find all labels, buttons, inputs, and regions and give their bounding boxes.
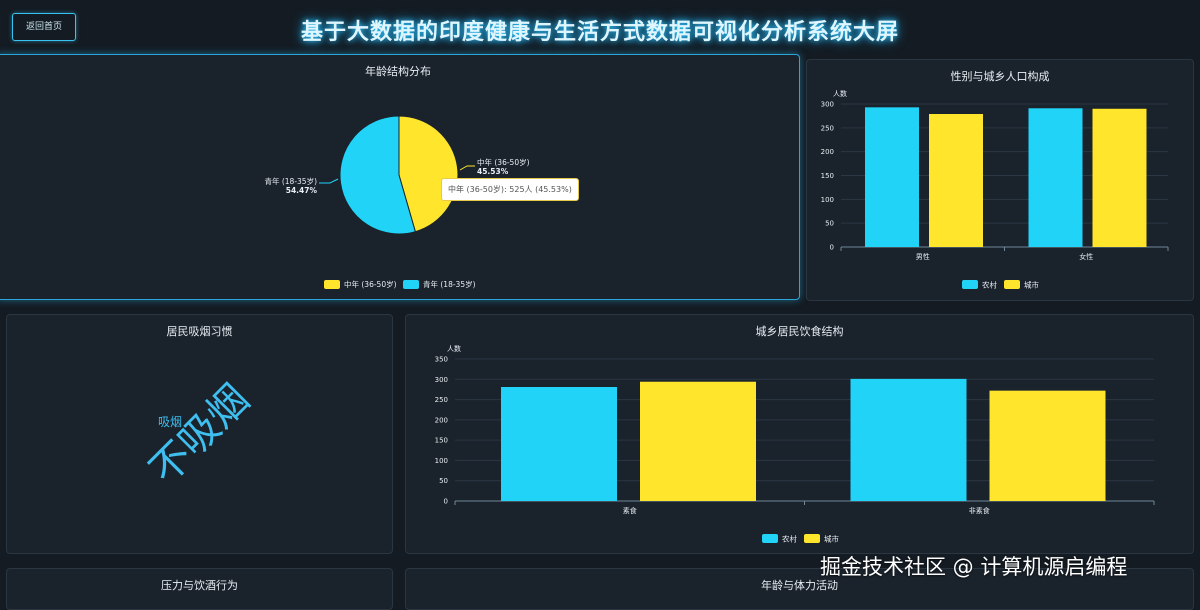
y-tick-label: 100 xyxy=(821,196,834,204)
slice-label: 青年 (18-35岁) xyxy=(264,176,317,186)
legend-swatch xyxy=(762,534,778,543)
bar-农村 xyxy=(865,107,919,247)
x-tick-label: 男性 xyxy=(916,252,930,261)
y-tick-label: 100 xyxy=(435,457,448,465)
legend-item-youth[interactable]: 青年 (18-35岁) xyxy=(403,279,476,290)
slice-percent: 54.47% xyxy=(286,186,318,195)
y-tick-label: 250 xyxy=(821,124,834,132)
bar-城市 xyxy=(1092,108,1147,247)
legend-label: 城市 xyxy=(1024,280,1040,290)
legend-swatch xyxy=(403,280,419,289)
legend-label: 中年 (36-50岁) xyxy=(344,280,397,289)
y-tick-label: 200 xyxy=(821,148,834,156)
stress-drinking-panel: 压力与饮酒行为 xyxy=(6,568,393,610)
y-tick-label: 300 xyxy=(821,101,834,109)
legend-swatch xyxy=(324,280,340,289)
dashboard-title: 基于大数据的印度健康与生活方式数据可视化分析系统大屏 xyxy=(300,20,899,45)
word-non-smoker[interactable]: 不吸烟 xyxy=(141,376,258,493)
slice-percent: 45.53% xyxy=(477,167,509,176)
age-structure-panel: 年龄结构分布 中年 (36-50岁) 45.53% 青年 (18-35岁) 54.47… xyxy=(0,54,800,300)
y-tick-label: 0 xyxy=(830,244,834,252)
label-line xyxy=(459,165,475,171)
age-pie-chart: 中年 (36-50岁)45.53% 青年 (18-35岁)54.47% xyxy=(264,115,530,235)
y-tick-label: 150 xyxy=(821,172,834,180)
legend-label: 农村 xyxy=(782,534,797,544)
smoking-word-cloud: 不吸烟 吸烟 xyxy=(141,376,258,493)
y-axis-title: 人数 xyxy=(833,89,847,98)
watermark-text: 掘金技术社区 @ 计算机源启编程 xyxy=(820,555,1128,579)
bar-城市 xyxy=(989,390,1106,501)
legend-label: 青年 (18-35岁) xyxy=(423,280,476,289)
label-line xyxy=(319,178,339,184)
y-tick-label: 300 xyxy=(435,376,448,384)
legend-swatch xyxy=(962,280,978,289)
bar-城市 xyxy=(640,381,756,501)
chart-tooltip: 中年 (36-50岁): 525人 (45.53%) xyxy=(441,178,579,201)
x-tick-label: 非素食 xyxy=(969,506,990,515)
legend-item-middle-aged[interactable]: 中年 (36-50岁) xyxy=(324,279,397,290)
legend-swatch xyxy=(804,534,820,543)
slice-label: 中年 (36-50岁) xyxy=(477,157,530,167)
y-tick-label: 50 xyxy=(825,220,834,228)
bar-农村 xyxy=(850,378,967,501)
legend-label: 城市 xyxy=(824,534,839,544)
y-tick-label: 350 xyxy=(435,356,448,364)
legend-label: 农村 xyxy=(982,280,997,290)
bar-农村 xyxy=(501,386,617,501)
y-tick-label: 150 xyxy=(435,437,448,445)
y-tick-label: 200 xyxy=(435,416,448,424)
smoking-panel: 居民吸烟习惯 不吸烟 吸烟 xyxy=(6,314,393,554)
gender-bar-chart: 人数 0 50 100 150 200 250 300 男性 女性农村 城市 xyxy=(821,89,1169,290)
diet-bar-chart: 人数 0 50 100 150 200 250 300 350 素食 非素食农村 城市 xyxy=(435,344,1155,544)
y-tick-label: 0 xyxy=(444,498,448,506)
panel-title: 压力与饮酒行为 xyxy=(161,579,238,592)
y-axis-title: 人数 xyxy=(447,344,461,353)
x-tick-label: 女性 xyxy=(1079,252,1093,261)
bar-农村 xyxy=(1028,108,1083,247)
gender-urban-panel: 性别与城乡人口构成 人数 0 50 100 150 200 250 300 男性 女性 农村 城市 xyxy=(806,59,1194,301)
y-tick-label: 250 xyxy=(435,396,448,404)
diet-panel: 城乡居民饮食结构 人数 0 50 100 150 200 250 300 350 素食 非素食 农村城… xyxy=(405,314,1194,554)
y-tick-label: 50 xyxy=(439,477,448,485)
bar-城市 xyxy=(929,114,983,247)
legend-swatch xyxy=(1004,280,1020,289)
x-tick-label: 素食 xyxy=(623,506,637,515)
word-smoker[interactable]: 吸烟 xyxy=(158,415,182,429)
